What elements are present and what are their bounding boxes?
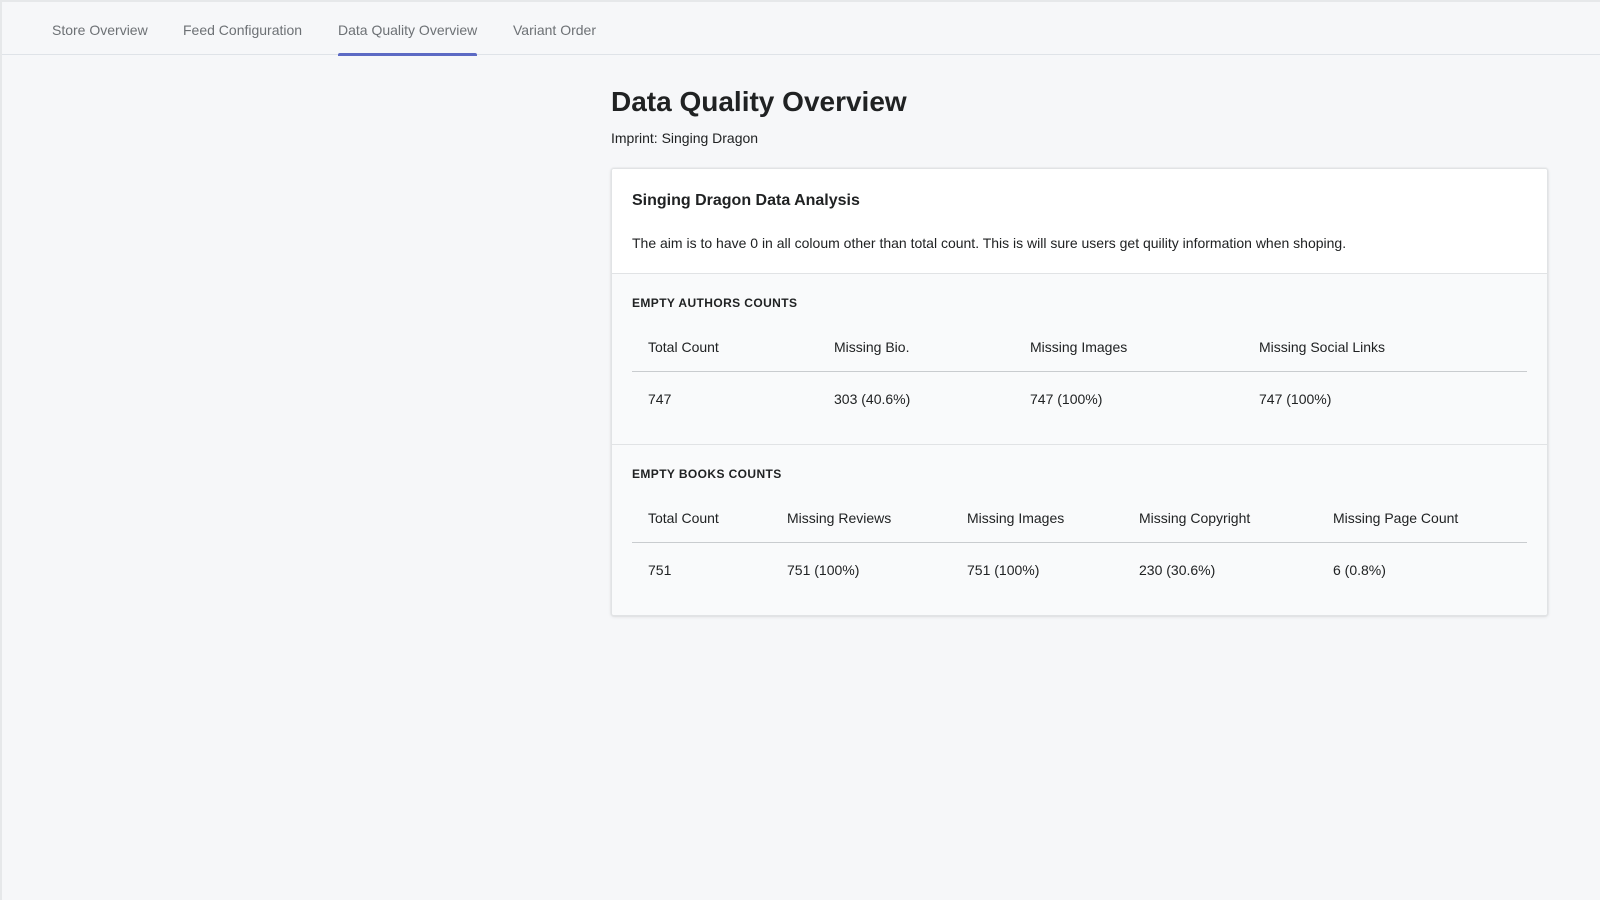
active-tab-indicator — [338, 53, 478, 56]
tab-bar: Store Overview Feed Configuration Data Q… — [2, 2, 1600, 56]
column-header: Total Count — [648, 510, 719, 526]
column-header: Total Count — [648, 339, 719, 355]
page-title: Data Quality Overview — [611, 86, 907, 117]
column-header: Missing Social Links — [1259, 339, 1386, 355]
column-header: Missing Images — [1030, 339, 1128, 355]
card-description: The aim is to have 0 in all coloum other… — [632, 235, 1347, 251]
card-header: Singing Dragon Data Analysis The aim is … — [612, 169, 1547, 274]
tab-store-overview[interactable]: Store Overview — [52, 2, 148, 55]
section-label: EMPTY AUTHORS COUNTS — [632, 296, 798, 310]
table-cell: 751 — [648, 562, 672, 578]
table-cell: 747 — [648, 391, 672, 407]
table-header-row: Total Count Missing Bio. Missing Images … — [632, 324, 1527, 372]
table-cell: 747 (100%) — [1259, 391, 1332, 407]
column-header: Missing Copyright — [1139, 510, 1251, 526]
column-header: Missing Reviews — [787, 510, 892, 526]
column-header: Missing Images — [967, 510, 1065, 526]
table-row: 747 303 (40.6%) 747 (100%) 747 (100%) — [632, 372, 1527, 426]
page-subtitle: Imprint: Singing Dragon — [611, 130, 759, 146]
data-analysis-card: Singing Dragon Data Analysis The aim is … — [611, 168, 1548, 616]
table-cell: 6 (0.8%) — [1333, 562, 1386, 578]
column-header: Missing Page Count — [1333, 510, 1459, 526]
tab-variant-order[interactable]: Variant Order — [513, 2, 596, 55]
table-header-row: Total Count Missing Reviews Missing Imag… — [632, 495, 1527, 543]
tab-data-quality-overview[interactable]: Data Quality Overview — [338, 2, 478, 56]
column-header: Missing Bio. — [834, 339, 910, 355]
section-label: EMPTY BOOKS COUNTS — [632, 467, 782, 481]
empty-books-section: EMPTY BOOKS COUNTS Total Count Missing R… — [612, 445, 1547, 615]
table-cell: 303 (40.6%) — [834, 391, 911, 407]
table-cell: 751 (100%) — [787, 562, 860, 578]
tab-label: Variant Order — [513, 22, 596, 38]
table-cell: 751 (100%) — [967, 562, 1040, 578]
table-cell: 747 (100%) — [1030, 391, 1103, 407]
empty-authors-section: EMPTY AUTHORS COUNTS Total Count Missing… — [612, 274, 1547, 445]
tab-label: Data Quality Overview — [338, 22, 478, 38]
table-row: 751 751 (100%) 751 (100%) 230 (30.6%) 6 … — [632, 543, 1527, 597]
card-title: Singing Dragon Data Analysis — [632, 192, 860, 209]
tab-label: Store Overview — [52, 22, 148, 38]
tab-feed-configuration[interactable]: Feed Configuration — [183, 2, 302, 55]
table-cell: 230 (30.6%) — [1139, 562, 1216, 578]
tab-label: Feed Configuration — [183, 22, 303, 38]
